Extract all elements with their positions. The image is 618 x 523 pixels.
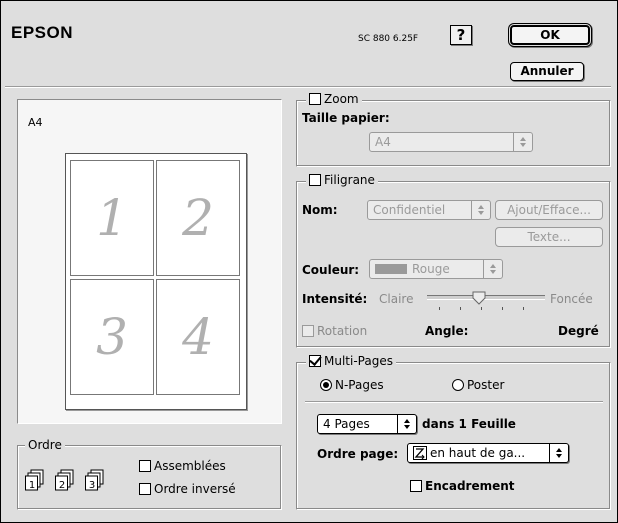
color-chevron-icon [483,260,502,278]
watermark-name-chevron-icon [471,201,490,219]
multipage-divider [305,401,603,403]
poster-radio[interactable]: Poster [452,378,504,392]
svg-text:2: 2 [59,480,65,491]
collate-label: Assemblées [154,459,226,473]
order-page-1-icon: 1 [25,469,51,491]
intensity-tick [460,307,461,310]
pages-per-sheet-select[interactable]: 4 Pages [317,414,417,434]
intensity-high-label: Foncée [550,292,593,306]
watermark-name-select[interactable]: Confidentiel [367,200,491,220]
color-swatch [375,264,407,274]
border-checkbox[interactable]: Encadrement [410,479,515,493]
intensity-tick [481,307,482,310]
preview-page-3: 3 [70,279,154,395]
intensity-label: Intensité: [302,292,368,306]
watermark-text-button[interactable]: Texte... [495,227,603,247]
order-group-title: Ordre [25,438,65,452]
intensity-slider[interactable] [427,291,545,311]
watermark-toggle[interactable]: Filigrane [306,173,378,187]
border-checkbox-box[interactable] [410,480,422,492]
degree-label: Degré [558,324,599,338]
svg-text:1: 1 [29,480,35,491]
color-select[interactable]: Rouge [369,259,503,279]
intensity-low-label: Claire [379,292,414,306]
npages-radio-button[interactable] [320,379,332,391]
paper-size-value: A4 [375,135,391,149]
color-label: Couleur: [302,263,360,277]
angle-label: Angle: [425,324,469,338]
npages-radio[interactable]: N-Pages [320,378,384,392]
add-delete-watermark-button[interactable]: Ajout/Efface... [495,200,603,220]
page-order-z-icon [413,446,427,460]
ok-button[interactable]: OK [510,25,590,45]
help-button[interactable]: ? [450,25,472,45]
rotation-checkbox-box[interactable] [302,325,314,337]
print-layout-dialog: EPSON SC 880 6.25F ? OK Annuler A4 1 2 3… [0,0,618,523]
intensity-slider-track [427,295,545,300]
intensity-tick [502,307,503,310]
preview-sheet: 1 2 3 4 [65,153,247,410]
multipage-toggle[interactable]: Multi-Pages [306,354,396,368]
per-sheet-label: dans 1 Feuille [422,417,516,431]
rotation-checkbox[interactable]: Rotation [302,324,367,338]
intensity-tick [523,307,524,310]
paper-size-chevron-icon [513,133,532,151]
page-order-chevron-icon [549,444,568,462]
border-label: Encadrement [425,479,515,493]
preview-page-2: 2 [156,160,240,276]
reverse-order-checkbox-box[interactable] [139,483,151,495]
intensity-tick [439,307,440,310]
order-page-3-icon: 3 [85,469,111,491]
paper-size-label: Taille papier: [302,111,390,125]
poster-radio-button[interactable] [452,379,464,391]
driver-version: SC 880 6.25F [358,34,419,44]
multipage-checkbox[interactable] [309,355,321,367]
npages-label: N-Pages [335,378,384,392]
preview-page-1: 1 [70,160,154,276]
multipage-title: Multi-Pages [324,354,393,368]
page-order-select[interactable]: en haut de ga... [407,443,569,463]
zoom-title: Zoom [324,92,359,106]
poster-label: Poster [467,378,505,392]
page-order-label: Ordre page: [317,447,399,461]
order-page-2-icon: 2 [55,469,81,491]
reverse-order-checkbox[interactable]: Ordre inversé [139,482,236,496]
page-order-value: en haut de ga... [430,446,526,460]
preview-paper-label: A4 [28,116,43,129]
preview-page-4: 4 [156,279,240,395]
reverse-order-label: Ordre inversé [154,482,236,496]
zoom-checkbox[interactable] [309,93,321,105]
collate-checkbox-box[interactable] [139,460,151,472]
paper-size-select[interactable]: A4 [369,132,533,152]
zoom-toggle[interactable]: Zoom [306,92,362,106]
intensity-slider-thumb[interactable] [472,291,486,305]
watermark-name-label: Nom: [302,203,338,217]
watermark-name-value: Confidentiel [373,203,446,217]
brand-logo: EPSON [11,23,74,42]
watermark-checkbox[interactable] [309,174,321,186]
pages-per-sheet-value: 4 Pages [323,417,370,431]
cancel-button[interactable]: Annuler [510,62,584,81]
watermark-title: Filigrane [324,173,375,187]
layout-preview: A4 1 2 3 4 [17,99,282,424]
header-divider [5,86,611,88]
pages-per-sheet-chevron-icon [397,415,416,433]
svg-text:3: 3 [89,480,95,491]
rotation-label: Rotation [317,324,368,338]
color-value: Rouge [412,262,450,276]
collate-checkbox[interactable]: Assemblées [139,459,226,473]
